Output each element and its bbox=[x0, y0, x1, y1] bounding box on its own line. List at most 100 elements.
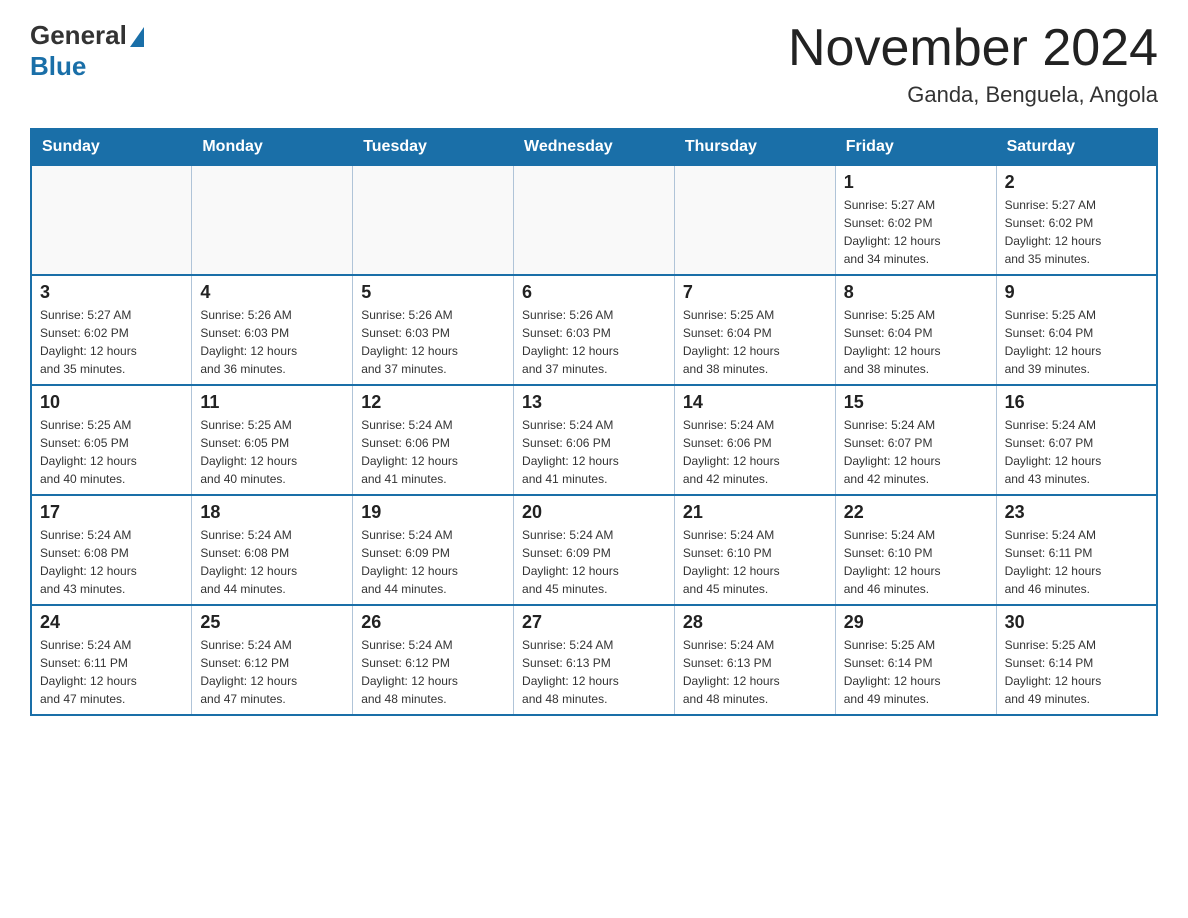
day-info: Sunrise: 5:25 AM Sunset: 6:05 PM Dayligh… bbox=[200, 416, 344, 488]
day-info: Sunrise: 5:24 AM Sunset: 6:13 PM Dayligh… bbox=[522, 636, 666, 708]
month-title: November 2024 bbox=[788, 20, 1158, 77]
day-info: Sunrise: 5:25 AM Sunset: 6:14 PM Dayligh… bbox=[844, 636, 988, 708]
calendar-cell: 24 Sunrise: 5:24 AM Sunset: 6:11 PM Dayli… bbox=[31, 605, 192, 715]
logo-blue-text: Blue bbox=[30, 51, 86, 82]
day-number: 28 bbox=[683, 612, 827, 633]
week-row-1: 1 Sunrise: 5:27 AM Sunset: 6:02 PM Daylig… bbox=[31, 165, 1157, 275]
weekday-header-thursday: Thursday bbox=[674, 129, 835, 165]
day-info: Sunrise: 5:24 AM Sunset: 6:07 PM Dayligh… bbox=[844, 416, 988, 488]
day-info: Sunrise: 5:24 AM Sunset: 6:10 PM Dayligh… bbox=[683, 526, 827, 598]
day-info: Sunrise: 5:27 AM Sunset: 6:02 PM Dayligh… bbox=[844, 196, 988, 268]
calendar-cell: 30Sunrise: 5:25 AM Sunset: 6:14 PM Dayli… bbox=[996, 605, 1157, 715]
week-row-3: 10Sunrise: 5:25 AM Sunset: 6:05 PM Dayli… bbox=[31, 385, 1157, 495]
page-header: General Blue November 2024 Ganda, Bengue… bbox=[30, 20, 1158, 108]
title-section: November 2024 Ganda, Benguela, Angola bbox=[788, 20, 1158, 108]
calendar-cell: 26Sunrise: 5:24 AM Sunset: 6:12 PM Dayli… bbox=[353, 605, 514, 715]
calendar-cell: 17 Sunrise: 5:24 AM Sunset: 6:08 PM Dayli… bbox=[31, 495, 192, 605]
day-number: 13 bbox=[522, 392, 666, 413]
calendar-cell: 18Sunrise: 5:24 AM Sunset: 6:08 PM Dayli… bbox=[192, 495, 353, 605]
calendar-cell bbox=[353, 165, 514, 275]
logo: General Blue bbox=[30, 20, 144, 82]
day-number: 5 bbox=[361, 282, 505, 303]
calendar-cell: 16 Sunrise: 5:24 AM Sunset: 6:07 PM Dayli… bbox=[996, 385, 1157, 495]
day-info: Sunrise: 5:24 AM Sunset: 6:11 PM Dayligh… bbox=[40, 636, 183, 708]
day-number: 6 bbox=[522, 282, 666, 303]
day-info: Sunrise: 5:26 AM Sunset: 6:03 PM Dayligh… bbox=[361, 306, 505, 378]
day-info: Sunrise: 5:24 AM Sunset: 6:13 PM Dayligh… bbox=[683, 636, 827, 708]
day-number: 3 bbox=[40, 282, 183, 303]
day-info: Sunrise: 5:24 AM Sunset: 6:06 PM Dayligh… bbox=[522, 416, 666, 488]
day-info: Sunrise: 5:27 AM Sunset: 6:02 PM Dayligh… bbox=[40, 306, 183, 378]
calendar-cell: 19Sunrise: 5:24 AM Sunset: 6:09 PM Dayli… bbox=[353, 495, 514, 605]
calendar-cell: 9 Sunrise: 5:25 AM Sunset: 6:04 PM Daylig… bbox=[996, 275, 1157, 385]
day-number: 16 bbox=[1005, 392, 1148, 413]
calendar-cell: 21 Sunrise: 5:24 AM Sunset: 6:10 PM Dayli… bbox=[674, 495, 835, 605]
day-info: Sunrise: 5:24 AM Sunset: 6:10 PM Dayligh… bbox=[844, 526, 988, 598]
weekday-header-row: SundayMondayTuesdayWednesdayThursdayFrid… bbox=[31, 129, 1157, 165]
day-number: 12 bbox=[361, 392, 505, 413]
day-info: Sunrise: 5:24 AM Sunset: 6:07 PM Dayligh… bbox=[1005, 416, 1148, 488]
calendar-cell: 7 Sunrise: 5:25 AM Sunset: 6:04 PM Daylig… bbox=[674, 275, 835, 385]
calendar-cell: 23 Sunrise: 5:24 AM Sunset: 6:11 PM Dayli… bbox=[996, 495, 1157, 605]
day-number: 29 bbox=[844, 612, 988, 633]
day-number: 20 bbox=[522, 502, 666, 523]
calendar-cell: 2Sunrise: 5:27 AM Sunset: 6:02 PM Daylig… bbox=[996, 165, 1157, 275]
day-number: 23 bbox=[1005, 502, 1148, 523]
calendar-cell bbox=[31, 165, 192, 275]
calendar-cell: 29 Sunrise: 5:25 AM Sunset: 6:14 PM Dayli… bbox=[835, 605, 996, 715]
calendar-cell: 6Sunrise: 5:26 AM Sunset: 6:03 PM Daylig… bbox=[514, 275, 675, 385]
day-info: Sunrise: 5:24 AM Sunset: 6:11 PM Dayligh… bbox=[1005, 526, 1148, 598]
day-number: 17 bbox=[40, 502, 183, 523]
day-info: Sunrise: 5:24 AM Sunset: 6:09 PM Dayligh… bbox=[522, 526, 666, 598]
day-number: 15 bbox=[844, 392, 988, 413]
calendar-cell: 27 Sunrise: 5:24 AM Sunset: 6:13 PM Dayli… bbox=[514, 605, 675, 715]
day-number: 1 bbox=[844, 172, 988, 193]
day-number: 27 bbox=[522, 612, 666, 633]
calendar-cell: 12 Sunrise: 5:24 AM Sunset: 6:06 PM Dayli… bbox=[353, 385, 514, 495]
day-info: Sunrise: 5:24 AM Sunset: 6:12 PM Dayligh… bbox=[200, 636, 344, 708]
logo-triangle-icon bbox=[130, 27, 144, 47]
calendar-cell: 5 Sunrise: 5:26 AM Sunset: 6:03 PM Daylig… bbox=[353, 275, 514, 385]
day-number: 11 bbox=[200, 392, 344, 413]
calendar-cell bbox=[514, 165, 675, 275]
location-title: Ganda, Benguela, Angola bbox=[788, 82, 1158, 108]
day-number: 24 bbox=[40, 612, 183, 633]
calendar-cell: 13 Sunrise: 5:24 AM Sunset: 6:06 PM Dayli… bbox=[514, 385, 675, 495]
weekday-header-sunday: Sunday bbox=[31, 129, 192, 165]
day-number: 8 bbox=[844, 282, 988, 303]
day-info: Sunrise: 5:25 AM Sunset: 6:04 PM Dayligh… bbox=[1005, 306, 1148, 378]
week-row-5: 24 Sunrise: 5:24 AM Sunset: 6:11 PM Dayli… bbox=[31, 605, 1157, 715]
weekday-header-saturday: Saturday bbox=[996, 129, 1157, 165]
day-number: 14 bbox=[683, 392, 827, 413]
weekday-header-tuesday: Tuesday bbox=[353, 129, 514, 165]
day-info: Sunrise: 5:24 AM Sunset: 6:06 PM Dayligh… bbox=[361, 416, 505, 488]
calendar-cell: 22Sunrise: 5:24 AM Sunset: 6:10 PM Dayli… bbox=[835, 495, 996, 605]
calendar-body: 1 Sunrise: 5:27 AM Sunset: 6:02 PM Daylig… bbox=[31, 165, 1157, 715]
week-row-4: 17 Sunrise: 5:24 AM Sunset: 6:08 PM Dayli… bbox=[31, 495, 1157, 605]
day-info: Sunrise: 5:24 AM Sunset: 6:06 PM Dayligh… bbox=[683, 416, 827, 488]
calendar-cell bbox=[674, 165, 835, 275]
weekday-header-friday: Friday bbox=[835, 129, 996, 165]
day-number: 18 bbox=[200, 502, 344, 523]
day-info: Sunrise: 5:25 AM Sunset: 6:04 PM Dayligh… bbox=[683, 306, 827, 378]
logo-general-text: General bbox=[30, 20, 127, 51]
calendar-table: SundayMondayTuesdayWednesdayThursdayFrid… bbox=[30, 128, 1158, 716]
day-number: 4 bbox=[200, 282, 344, 303]
day-info: Sunrise: 5:25 AM Sunset: 6:05 PM Dayligh… bbox=[40, 416, 183, 488]
calendar-cell: 8Sunrise: 5:25 AM Sunset: 6:04 PM Daylig… bbox=[835, 275, 996, 385]
week-row-2: 3 Sunrise: 5:27 AM Sunset: 6:02 PM Daylig… bbox=[31, 275, 1157, 385]
day-number: 21 bbox=[683, 502, 827, 523]
day-number: 9 bbox=[1005, 282, 1148, 303]
calendar-cell: 15 Sunrise: 5:24 AM Sunset: 6:07 PM Dayli… bbox=[835, 385, 996, 495]
day-number: 30 bbox=[1005, 612, 1148, 633]
day-info: Sunrise: 5:24 AM Sunset: 6:08 PM Dayligh… bbox=[40, 526, 183, 598]
calendar-cell bbox=[192, 165, 353, 275]
calendar-cell: 1 Sunrise: 5:27 AM Sunset: 6:02 PM Daylig… bbox=[835, 165, 996, 275]
day-number: 2 bbox=[1005, 172, 1148, 193]
calendar-header: SundayMondayTuesdayWednesdayThursdayFrid… bbox=[31, 129, 1157, 165]
weekday-header-monday: Monday bbox=[192, 129, 353, 165]
calendar-cell: 11 Sunrise: 5:25 AM Sunset: 6:05 PM Dayli… bbox=[192, 385, 353, 495]
day-info: Sunrise: 5:26 AM Sunset: 6:03 PM Dayligh… bbox=[200, 306, 344, 378]
day-number: 7 bbox=[683, 282, 827, 303]
day-number: 26 bbox=[361, 612, 505, 633]
